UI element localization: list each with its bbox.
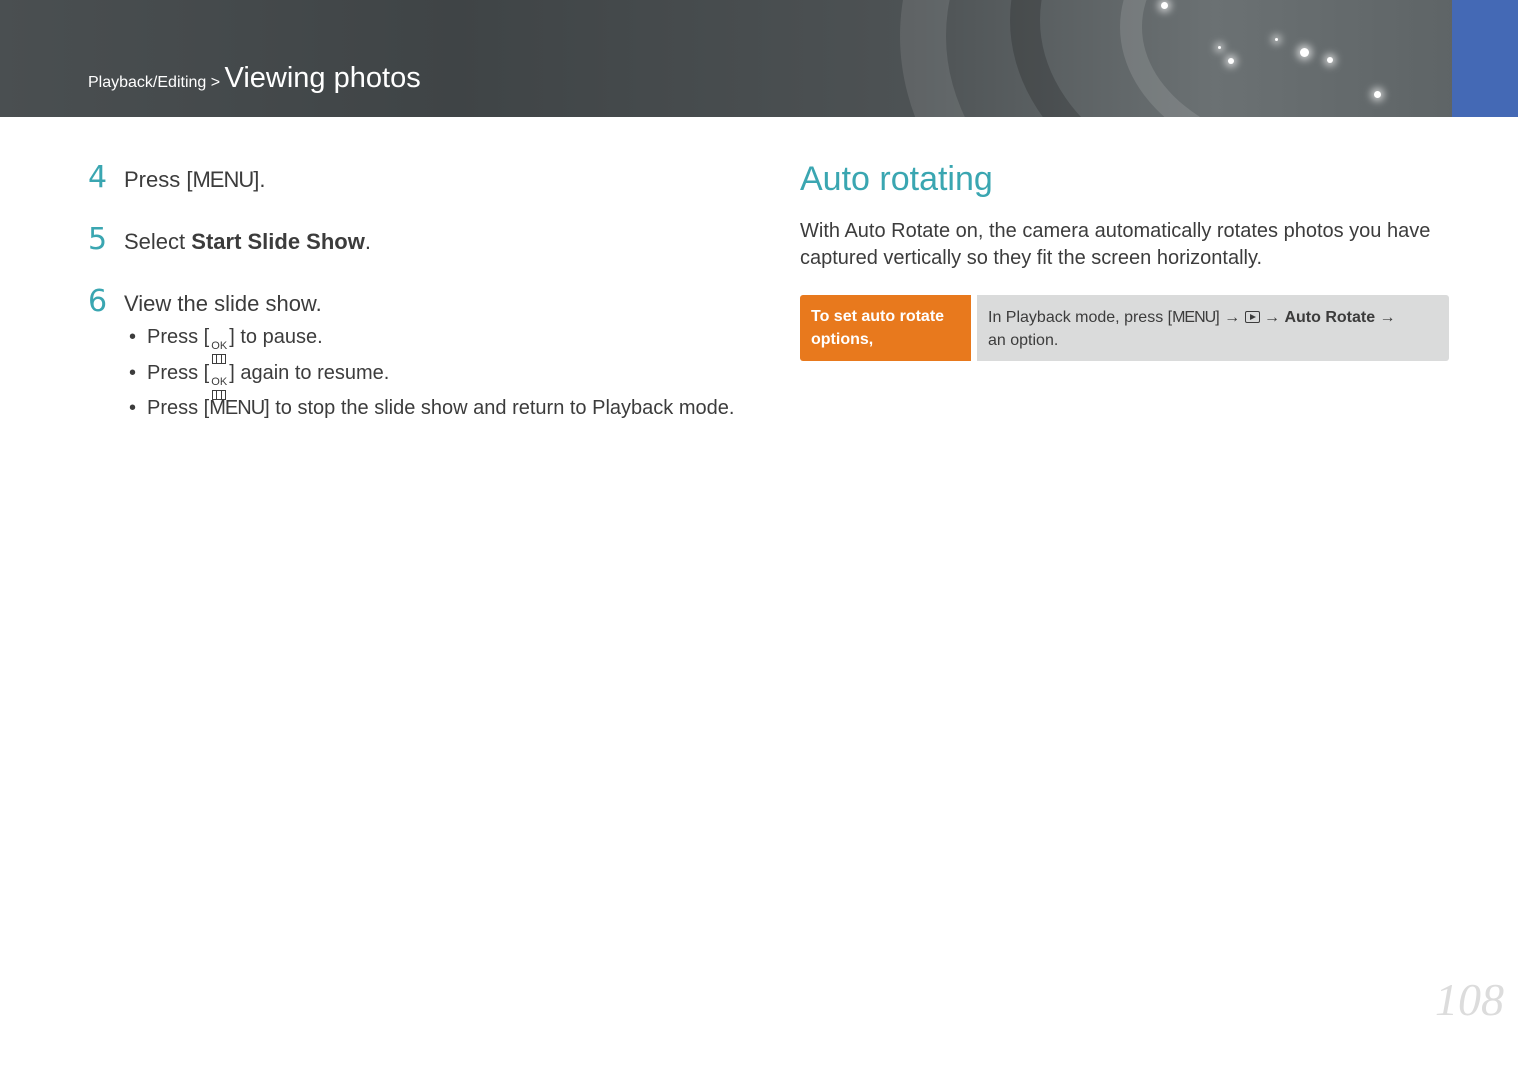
howto-text: an option. <box>988 332 1059 349</box>
list-item: • Press [OK] to pause. <box>129 326 323 367</box>
bullet-text: ] to stop the slide show and return to P… <box>264 397 735 419</box>
list-item: • Press [MENU] to stop the slide show and… <box>129 397 734 420</box>
sparkle-decoration <box>1327 57 1333 63</box>
breadcrumb-section: Playback/Editing <box>88 74 207 91</box>
page-number: 108 <box>1435 974 1504 1025</box>
page-header: Playback/Editing > Viewing photos <box>0 0 1518 117</box>
sparkle-decoration <box>1374 91 1381 98</box>
bullet-marker: • <box>129 326 137 348</box>
howto-label: To set auto rotate options, <box>800 295 971 361</box>
howto-steps: In Playback mode, press [MENU] → → Auto … <box>977 295 1449 361</box>
step-number: 5 <box>88 222 108 257</box>
menu-key-icon: MENU <box>209 397 265 419</box>
section-title: Auto rotating <box>800 160 993 198</box>
step-5: 5 Select Start Slide Show. <box>88 222 371 257</box>
step-text: . <box>364 229 371 254</box>
sparkle-decoration <box>1300 48 1309 57</box>
bullet-text: Press [ <box>147 397 210 419</box>
sparkle-decoration <box>1218 46 1221 49</box>
step-text: Press [ <box>124 167 193 192</box>
menu-key-icon: MENU <box>192 167 254 192</box>
step-text: ]. <box>253 167 266 192</box>
step-6: 6 View the slide show. <box>88 284 322 319</box>
sparkle-decoration <box>1228 58 1234 64</box>
bullet-marker: • <box>129 362 137 384</box>
menu-option: Auto Rotate <box>1284 309 1376 326</box>
bullet-text: Press [ <box>147 326 210 348</box>
ok-key-label: OK <box>211 340 228 352</box>
menu-key-icon: MENU <box>1172 309 1216 326</box>
section-intro: With Auto Rotate on, the camera automati… <box>800 220 1431 269</box>
breadcrumb-separator: > <box>206 74 225 91</box>
step-number: 4 <box>88 160 108 195</box>
step-number: 6 <box>88 284 108 319</box>
sparkle-decoration <box>1161 2 1168 9</box>
step-text: Select <box>124 229 192 254</box>
bullet-text: ] again to resume. <box>229 362 390 384</box>
menu-option: Start Slide Show <box>191 229 365 254</box>
sparkle-decoration <box>1275 38 1278 41</box>
step-text: View the slide show. <box>124 291 322 316</box>
breadcrumb: Playback/Editing > Viewing photos <box>88 62 421 95</box>
bullet-marker: • <box>129 397 137 419</box>
howto-text: → <box>1375 309 1396 326</box>
howto-text: ] → <box>1215 309 1245 326</box>
step-4: 4 Press [MENU]. <box>88 160 265 195</box>
howto-text: → <box>1259 309 1285 326</box>
bullet-text: ] to pause. <box>229 326 323 348</box>
chapter-tab <box>1452 0 1518 117</box>
playback-icon <box>1244 311 1260 323</box>
ok-key-label: OK <box>211 376 228 388</box>
howto-text: In Playback mode, press [ <box>988 309 1173 326</box>
page-title: Viewing photos <box>224 62 421 94</box>
bullet-text: Press [ <box>147 362 210 384</box>
